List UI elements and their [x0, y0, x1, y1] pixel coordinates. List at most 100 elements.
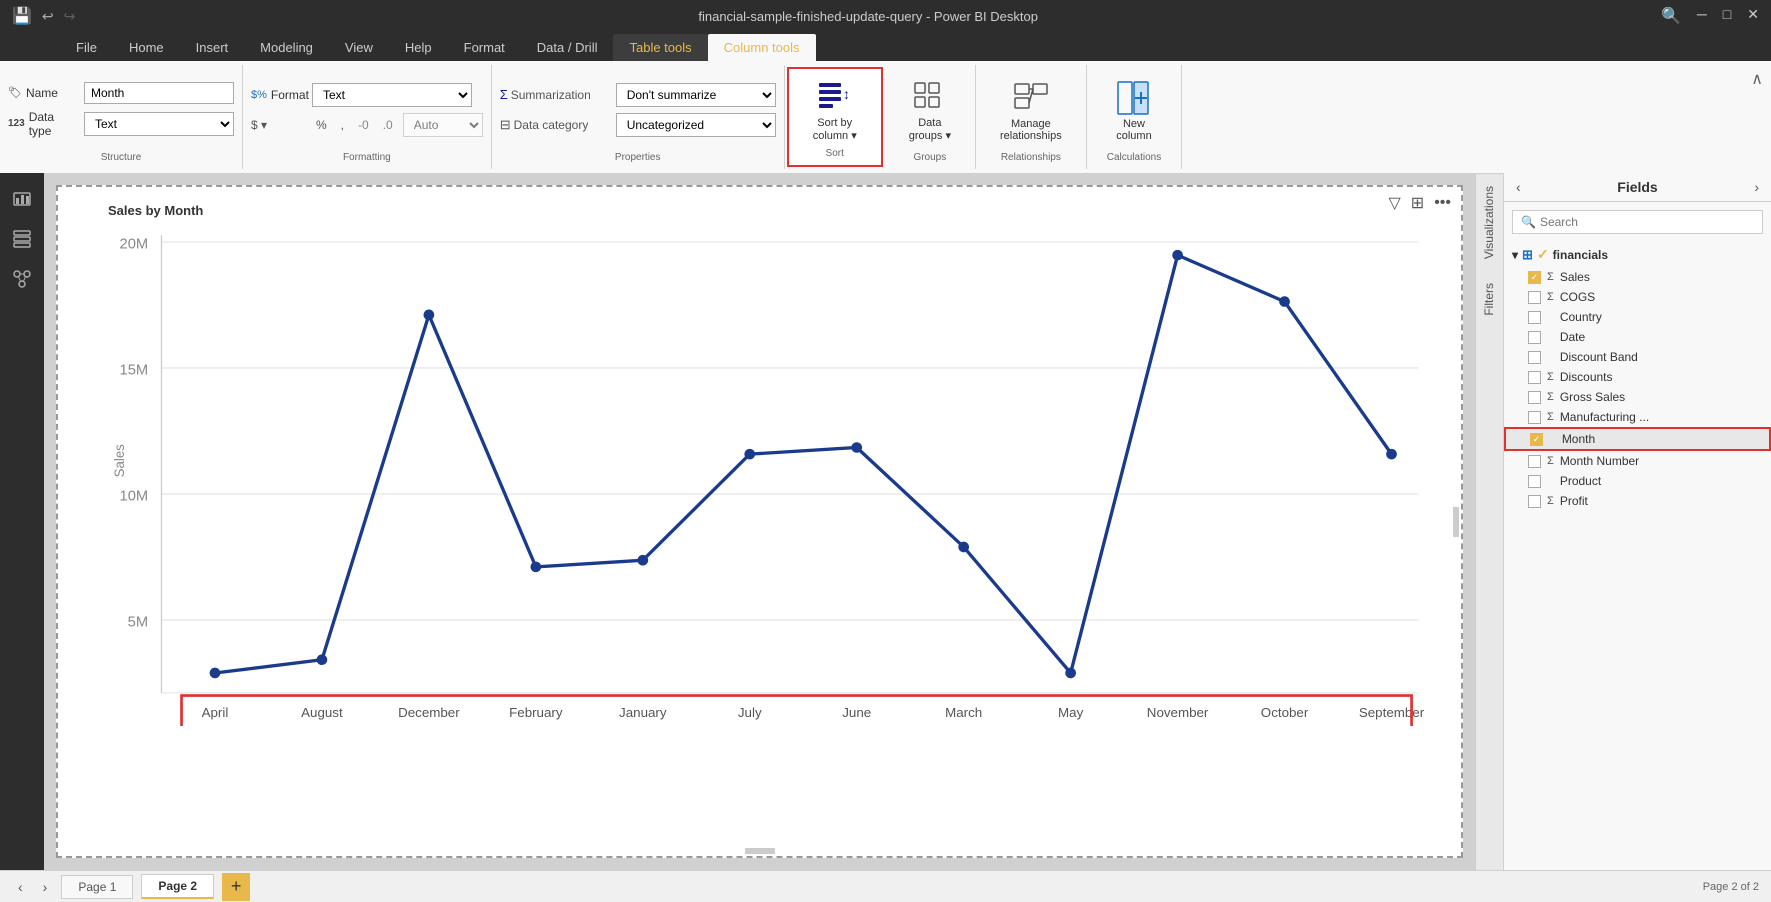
page-1-tab[interactable]: Page 1: [61, 875, 133, 899]
table-icon: ⊞: [1522, 247, 1533, 263]
title-text: financial-sample-finished-update-query -…: [698, 9, 1038, 24]
filters-tab[interactable]: Filters: [1476, 271, 1503, 328]
datatype-label: 123 Data type: [8, 110, 78, 138]
field-discounts[interactable]: Σ Discounts: [1504, 367, 1771, 387]
chart-svg: 20M 15M 10M 5M Sales: [108, 222, 1445, 726]
gross-sales-label: Gross Sales: [1560, 390, 1625, 404]
data-groups-btn[interactable]: Datagroups ▾: [901, 73, 959, 146]
discount-band-label: Discount Band: [1560, 350, 1638, 364]
datacategory-label: ⊟ Data category: [500, 117, 610, 133]
resize-handle-bottom[interactable]: [745, 848, 775, 854]
field-sales[interactable]: ✓ Σ Sales: [1504, 267, 1771, 287]
more-options-btn[interactable]: •••: [1434, 193, 1451, 213]
sidebar-data-icon[interactable]: [4, 221, 40, 257]
ribbon-collapse-btn[interactable]: ∧: [1743, 65, 1771, 93]
cogs-label: COGS: [1560, 290, 1595, 304]
field-profit[interactable]: Σ Profit: [1504, 491, 1771, 511]
menu-help[interactable]: Help: [389, 34, 448, 61]
add-page-btn[interactable]: +: [222, 873, 250, 901]
date-label: Date: [1560, 330, 1585, 344]
format-select[interactable]: Text Number Currency: [312, 83, 472, 107]
undo-btn[interactable]: ↩: [42, 8, 54, 25]
page-2-tab[interactable]: Page 2: [141, 874, 214, 899]
field-cogs[interactable]: Σ COGS: [1504, 287, 1771, 307]
decimal-left[interactable]: -0: [354, 118, 373, 132]
sidebar-report-icon[interactable]: [4, 181, 40, 217]
profit-checkbox: [1528, 495, 1541, 508]
sidebar-model-icon[interactable]: [4, 261, 40, 297]
auto-select[interactable]: Auto: [403, 113, 483, 137]
menu-modeling[interactable]: Modeling: [244, 34, 329, 61]
fields-search-input[interactable]: [1540, 215, 1754, 229]
svg-text:April: April: [202, 705, 229, 720]
sort-by-column-btn[interactable]: ↕ Sort bycolumn ▾: [805, 73, 865, 146]
svg-text:January: January: [619, 705, 667, 720]
svg-text:10M: 10M: [120, 489, 149, 505]
page-prev-btn[interactable]: ‹: [12, 877, 29, 897]
properties-group: Σ Summarization Don't summarize Sum Aver…: [492, 65, 785, 169]
month-label: Month: [1562, 432, 1595, 446]
menu-format[interactable]: Format: [448, 34, 521, 61]
cogs-sigma: Σ: [1547, 291, 1554, 303]
menu-insert[interactable]: Insert: [180, 34, 245, 61]
gross-sales-checkbox: [1528, 391, 1541, 404]
field-product[interactable]: Σ Product: [1504, 471, 1771, 491]
svg-text:March: March: [945, 705, 982, 720]
name-label: 🏷 Name: [8, 86, 78, 100]
relationships-label: Relationships: [992, 150, 1070, 165]
field-discount-band[interactable]: Σ Discount Band: [1504, 347, 1771, 367]
manage-relationships-btn[interactable]: Managerelationships: [992, 74, 1070, 146]
field-month-number[interactable]: Σ Month Number: [1504, 451, 1771, 471]
fields-nav-next[interactable]: ›: [1754, 179, 1759, 195]
month-number-label: Month Number: [1560, 454, 1639, 468]
manufacturing-label: Manufacturing ...: [1560, 410, 1649, 424]
datacategory-select[interactable]: Uncategorized Address City: [616, 113, 776, 137]
menu-table-tools[interactable]: Table tools: [613, 34, 707, 61]
redo-btn[interactable]: ↪: [64, 8, 76, 25]
field-manufacturing[interactable]: Σ Manufacturing ...: [1504, 407, 1771, 427]
ribbon: 🏷 Name 123 Data type Text Number Date St…: [0, 61, 1771, 173]
maximize-btn[interactable]: □: [1723, 6, 1731, 26]
right-tabs: Visualizations Filters: [1475, 173, 1503, 870]
menu-view[interactable]: View: [329, 34, 389, 61]
fields-panel-header: ‹ Fields ›: [1504, 173, 1771, 202]
filter-visual-btn[interactable]: ▽: [1388, 193, 1400, 213]
resize-handle-right[interactable]: [1453, 507, 1459, 537]
financials-group-header[interactable]: ▾ ⊞ ✓ financials: [1504, 242, 1771, 267]
svg-text:November: November: [1147, 705, 1209, 720]
close-btn[interactable]: ✕: [1747, 6, 1759, 26]
title-bar-left: 💾 ↩ ↪: [12, 6, 75, 26]
page-next-btn[interactable]: ›: [37, 877, 54, 897]
field-date[interactable]: Σ Date: [1504, 327, 1771, 347]
fields-nav-prev[interactable]: ‹: [1516, 179, 1521, 195]
sales-sigma: Σ: [1547, 271, 1554, 283]
name-field-row: 🏷 Name: [8, 82, 234, 104]
visual-toolbar: ▽ ⊞ •••: [1388, 193, 1451, 213]
minimize-btn[interactable]: ─: [1697, 6, 1707, 26]
visualizations-tab[interactable]: Visualizations: [1476, 173, 1503, 271]
menu-column-tools[interactable]: Column tools: [708, 34, 816, 61]
search-icon[interactable]: 🔍: [1661, 6, 1681, 26]
groups-label: Groups: [901, 150, 959, 165]
menu-home[interactable]: Home: [113, 34, 180, 61]
search-icon: 🔍: [1521, 215, 1536, 229]
new-column-btn[interactable]: Newcolumn: [1106, 74, 1162, 146]
svg-text:5M: 5M: [128, 615, 148, 631]
datatype-field-row: 123 Data type Text Number Date: [8, 110, 234, 138]
field-month[interactable]: ✓ Σ Month: [1504, 427, 1771, 451]
field-country[interactable]: Σ Country: [1504, 307, 1771, 327]
datatype-select[interactable]: Text Number Date: [84, 112, 234, 136]
summarization-select[interactable]: Don't summarize Sum Average: [616, 83, 776, 107]
manufacturing-sigma: Σ: [1547, 411, 1554, 423]
field-gross-sales[interactable]: Σ Gross Sales: [1504, 387, 1771, 407]
formatting-group: $% Format Text Number Currency $ ▾ % , -…: [243, 65, 492, 169]
country-label: Country: [1560, 310, 1602, 324]
decimal-right[interactable]: .0: [379, 118, 397, 132]
menu-data-drill[interactable]: Data / Drill: [521, 34, 614, 61]
name-input[interactable]: [84, 82, 234, 104]
status-bar: ‹ › Page 1 Page 2 + Page 2 of 2: [0, 870, 1771, 902]
cogs-checkbox: [1528, 291, 1541, 304]
sort-btn-wrapper: ↕ Sort bycolumn ▾: [805, 73, 865, 146]
focus-mode-btn[interactable]: ⊞: [1411, 193, 1424, 213]
menu-file[interactable]: File: [60, 34, 113, 61]
